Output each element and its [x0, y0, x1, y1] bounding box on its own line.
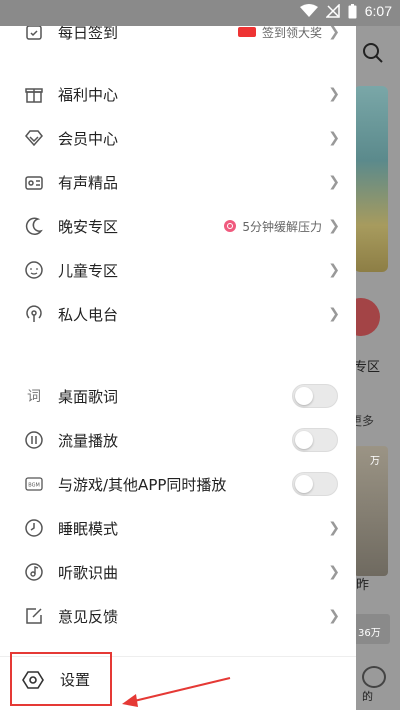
clock-badge-icon [224, 220, 237, 232]
no-signal-icon [325, 4, 340, 18]
toggle-row-desktop-lyrics: 词 桌面歌词 [0, 374, 356, 418]
menu-item-song-recognition[interactable]: 听歌识曲 ❯ [0, 550, 356, 594]
menu-item-goodnight[interactable]: 晚安专区 5分钟缓解压力 ❯ [0, 204, 356, 248]
side-drawer: 每日签到 签到领大奖 ❯ 福利中心 ❯ 会员中心 ❯ 有声精品 ❯ 晚安专区 5… [0, 26, 356, 710]
toggle-label: 流量播放 [58, 431, 119, 450]
signin-promo: 签到领大奖 [237, 26, 322, 41]
menu-item-label: 儿童专区 [58, 261, 119, 280]
playlist-caption: 昨 [356, 578, 370, 593]
clock-icon [22, 516, 46, 540]
toggle-label: 桌面歌词 [58, 387, 119, 406]
mine-tab-icon [362, 666, 386, 688]
menu-item-daily-signin[interactable]: 每日签到 签到领大奖 ❯ [0, 26, 356, 54]
toggle-row-simultaneous-play: BGM 与游戏/其他APP同时播放 [0, 462, 356, 506]
menu-item-kids[interactable]: 儿童专区 ❯ [0, 248, 356, 292]
data-play-icon [22, 428, 46, 452]
menu-item-vip[interactable]: 会员中心 ❯ [0, 116, 356, 160]
radio-icon [22, 170, 46, 194]
signin-promo-text: 签到领大奖 [261, 26, 322, 40]
menu-item-audio-premium[interactable]: 有声精品 ❯ [0, 160, 356, 204]
settings-button[interactable]: 设置 [10, 652, 112, 706]
menu-item-label: 每日签到 [58, 26, 119, 42]
menu-item-private-radio[interactable]: 私人电台 ❯ [0, 292, 356, 336]
menu-item-label: 会员中心 [58, 129, 119, 148]
wifi-icon [299, 4, 318, 17]
banner-image [356, 86, 388, 272]
settings-label: 设置 [60, 671, 91, 689]
data-playback-toggle[interactable] [292, 428, 338, 452]
calendar-check-icon [22, 26, 46, 44]
chevron-right-icon: ❯ [328, 608, 340, 624]
mine-tab-label: 的 [362, 690, 373, 703]
play-count: 万 [370, 456, 380, 467]
chevron-right-icon: ❯ [328, 130, 340, 146]
status-icons: 6:07 [299, 3, 392, 19]
background-app[interactable]: 专区 更多 万 昨 36万 的 [356, 26, 400, 710]
category-label: 专区 [356, 360, 381, 375]
toggle-row-data-playback: 流量播放 [0, 418, 356, 462]
menu-item-label: 听歌识曲 [58, 563, 119, 582]
goodnight-promo-text: 5分钟缓解压力 [242, 219, 322, 234]
category-icon [356, 298, 380, 336]
chevron-right-icon: ❯ [328, 564, 340, 580]
status-time: 6:07 [364, 3, 392, 19]
menu-item-sleep-mode[interactable]: 睡眠模式 ❯ [0, 506, 356, 550]
menu-item-label: 有声精品 [58, 173, 119, 192]
menu-item-welfare[interactable]: 福利中心 ❯ [0, 72, 356, 116]
chevron-right-icon: ❯ [328, 26, 340, 40]
moon-icon [22, 214, 46, 238]
status-bar: 6:07 [0, 0, 400, 26]
search-icon [363, 43, 383, 63]
goodnight-promo: 5分钟缓解压力 [224, 218, 322, 235]
menu-item-feedback[interactable]: 意见反馈 ❯ [0, 594, 356, 638]
chevron-right-icon: ❯ [328, 174, 340, 190]
toggle-label: 与游戏/其他APP同时播放 [58, 475, 227, 494]
gift-icon [22, 82, 46, 106]
kid-face-icon [22, 258, 46, 282]
chevron-right-icon: ❯ [328, 86, 340, 102]
gift-badge-icon [237, 27, 256, 37]
annotation-arrow-icon [122, 677, 231, 707]
chevron-right-icon: ❯ [328, 262, 340, 278]
chevron-right-icon: ❯ [328, 306, 340, 322]
settings-icon [22, 669, 44, 695]
chevron-right-icon: ❯ [328, 218, 340, 234]
battery-icon [348, 3, 357, 18]
bgm-icon: BGM [22, 472, 46, 496]
play-count-2: 36万 [358, 628, 381, 639]
svg-text:BGM: BGM [28, 483, 40, 489]
menu-item-label: 晚安专区 [58, 217, 119, 236]
lyrics-icon: 词 [27, 389, 41, 405]
edit-icon [22, 604, 46, 628]
menu-item-label: 意见反馈 [58, 607, 119, 626]
desktop-lyrics-toggle[interactable] [292, 384, 338, 408]
music-recognize-icon [22, 560, 46, 584]
menu-item-label: 私人电台 [58, 305, 119, 324]
broadcast-icon [22, 302, 46, 326]
menu-item-label: 睡眠模式 [58, 519, 119, 538]
chevron-right-icon: ❯ [328, 520, 340, 536]
diamond-icon [22, 126, 46, 150]
simultaneous-play-toggle[interactable] [292, 472, 338, 496]
more-link: 更多 [356, 414, 375, 428]
menu-item-label: 福利中心 [58, 85, 119, 104]
